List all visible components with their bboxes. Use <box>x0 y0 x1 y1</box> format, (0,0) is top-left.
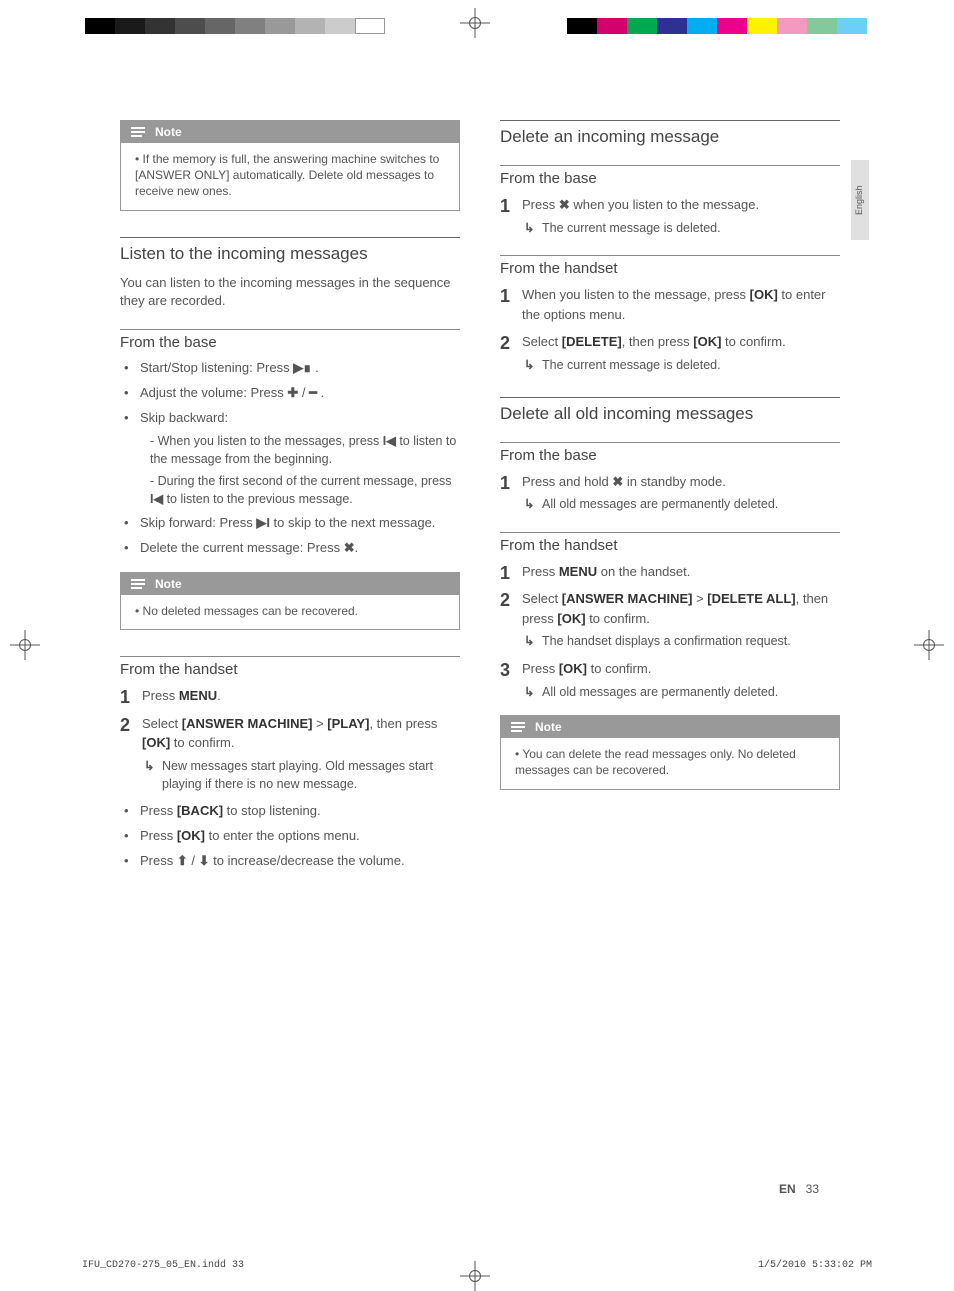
reg-mark-icon <box>460 8 490 38</box>
list-item: Skip forward: Press ▶I to skip to the ne… <box>140 514 460 533</box>
left-column: Note If the memory is full, the answerin… <box>120 120 460 877</box>
skip-forward-icon: ▶I <box>256 515 270 530</box>
footer-timestamp: 1/5/2010 5:33:02 PM <box>758 1260 872 1271</box>
note-text: No deleted messages can be recovered. <box>135 603 445 619</box>
list-item: 1When you listen to the message, press [… <box>522 285 840 324</box>
list-item: Press [OK] to enter the options menu. <box>140 827 460 846</box>
numbered-list: 1When you listen to the message, press [… <box>500 285 840 374</box>
note-label: Note <box>535 720 562 734</box>
numbered-list: 1Press ✖ when you listen to the message.… <box>500 195 840 237</box>
note-text: If the memory is full, the answering mac… <box>135 151 445 200</box>
list-item: Press [BACK] to stop listening. <box>140 802 460 821</box>
x-icon: ✖ <box>612 474 623 489</box>
list-item: Skip backward: - When you listen to the … <box>140 409 460 508</box>
result-text: The current message is deleted. <box>522 219 840 238</box>
list-item: 1Press MENU on the handset. <box>522 562 840 582</box>
bullet-list: Press [BACK] to stop listening. Press [O… <box>120 802 460 871</box>
list-item: 1Press and hold ✖ in standby mode. All o… <box>522 472 840 514</box>
color-bar <box>567 18 867 34</box>
note-icon <box>509 720 527 734</box>
result-text: The handset displays a confirmation requ… <box>522 632 840 651</box>
skip-back-icon: I◀ <box>383 434 396 448</box>
list-item: Press ⬆ / ⬇ to increase/decrease the vol… <box>140 852 460 871</box>
subsection-title: From the handset <box>120 656 460 678</box>
right-column: Delete an incoming message From the base… <box>500 120 840 877</box>
numbered-list: 1Press MENU. 2Select [ANSWER MACHINE] > … <box>120 686 460 794</box>
list-item: 1Press MENU. <box>142 686 460 706</box>
subsection-title: From the handset <box>500 532 840 554</box>
list-item: 2Select [ANSWER MACHINE] > [PLAY], then … <box>142 714 460 795</box>
subsection-title: From the base <box>500 442 840 464</box>
subsection-title: From the base <box>500 165 840 187</box>
note-icon <box>129 577 147 591</box>
skip-back-icon: I◀ <box>150 492 163 506</box>
section-title: Delete an incoming message <box>500 120 840 147</box>
list-item: 2Select [ANSWER MACHINE] > [DELETE ALL],… <box>522 589 840 651</box>
minus-icon: ━ <box>309 385 317 400</box>
list-item: - During the first second of the current… <box>150 472 460 508</box>
list-item: 2Select [DELETE], then press [OK] to con… <box>522 332 840 374</box>
section-intro: You can listen to the incoming messages … <box>120 274 460 312</box>
print-registration <box>0 8 954 38</box>
result-text: The current message is deleted. <box>522 356 840 375</box>
note-box: Note You can delete the read messages on… <box>500 715 840 789</box>
down-icon: ⬇ <box>199 853 210 868</box>
note-box: Note No deleted messages can be recovere… <box>120 572 460 630</box>
list-item: Adjust the volume: Press ✚ / ━ . <box>140 384 460 403</box>
section-title: Delete all old incoming messages <box>500 397 840 424</box>
list-item: Delete the current message: Press ✖. <box>140 539 460 558</box>
subsection-title: From the base <box>120 329 460 351</box>
plus-icon: ✚ <box>287 385 298 400</box>
note-box: Note If the memory is full, the answerin… <box>120 120 460 211</box>
note-label: Note <box>155 125 182 139</box>
list-item: - When you listen to the messages, press… <box>150 432 460 468</box>
note-text: You can delete the read messages only. N… <box>515 746 825 778</box>
note-label: Note <box>155 577 182 591</box>
bullet-list: Start/Stop listening: Press ▶∎ . Adjust … <box>120 359 460 558</box>
greyscale-bar <box>85 18 385 34</box>
result-text: New messages start playing. Old messages… <box>142 757 460 795</box>
list-item: Start/Stop listening: Press ▶∎ . <box>140 359 460 378</box>
language-tab: English <box>851 160 869 240</box>
footer-filename: IFU_CD270-275_05_EN.indd 33 <box>82 1260 244 1271</box>
numbered-list: 1Press MENU on the handset. 2Select [ANS… <box>500 562 840 702</box>
result-text: All old messages are permanently deleted… <box>522 683 840 702</box>
reg-mark-icon <box>10 630 40 660</box>
reg-mark-icon <box>914 630 944 660</box>
page-number: EN33 <box>779 1182 819 1196</box>
list-item: 1Press ✖ when you listen to the message.… <box>522 195 840 237</box>
up-icon: ⬆ <box>177 853 188 868</box>
result-text: All old messages are permanently deleted… <box>522 495 840 514</box>
page-content: Note If the memory is full, the answerin… <box>120 120 840 877</box>
list-item: 3Press [OK] to confirm. All old messages… <box>522 659 840 701</box>
numbered-list: 1Press and hold ✖ in standby mode. All o… <box>500 472 840 514</box>
section-title: Listen to the incoming messages <box>120 237 460 264</box>
note-icon <box>129 125 147 139</box>
reg-mark-icon <box>460 1261 490 1291</box>
x-icon: ✖ <box>559 197 570 212</box>
x-icon: ✖ <box>344 540 355 555</box>
play-pause-icon: ▶∎ <box>293 360 311 375</box>
subsection-title: From the handset <box>500 255 840 277</box>
